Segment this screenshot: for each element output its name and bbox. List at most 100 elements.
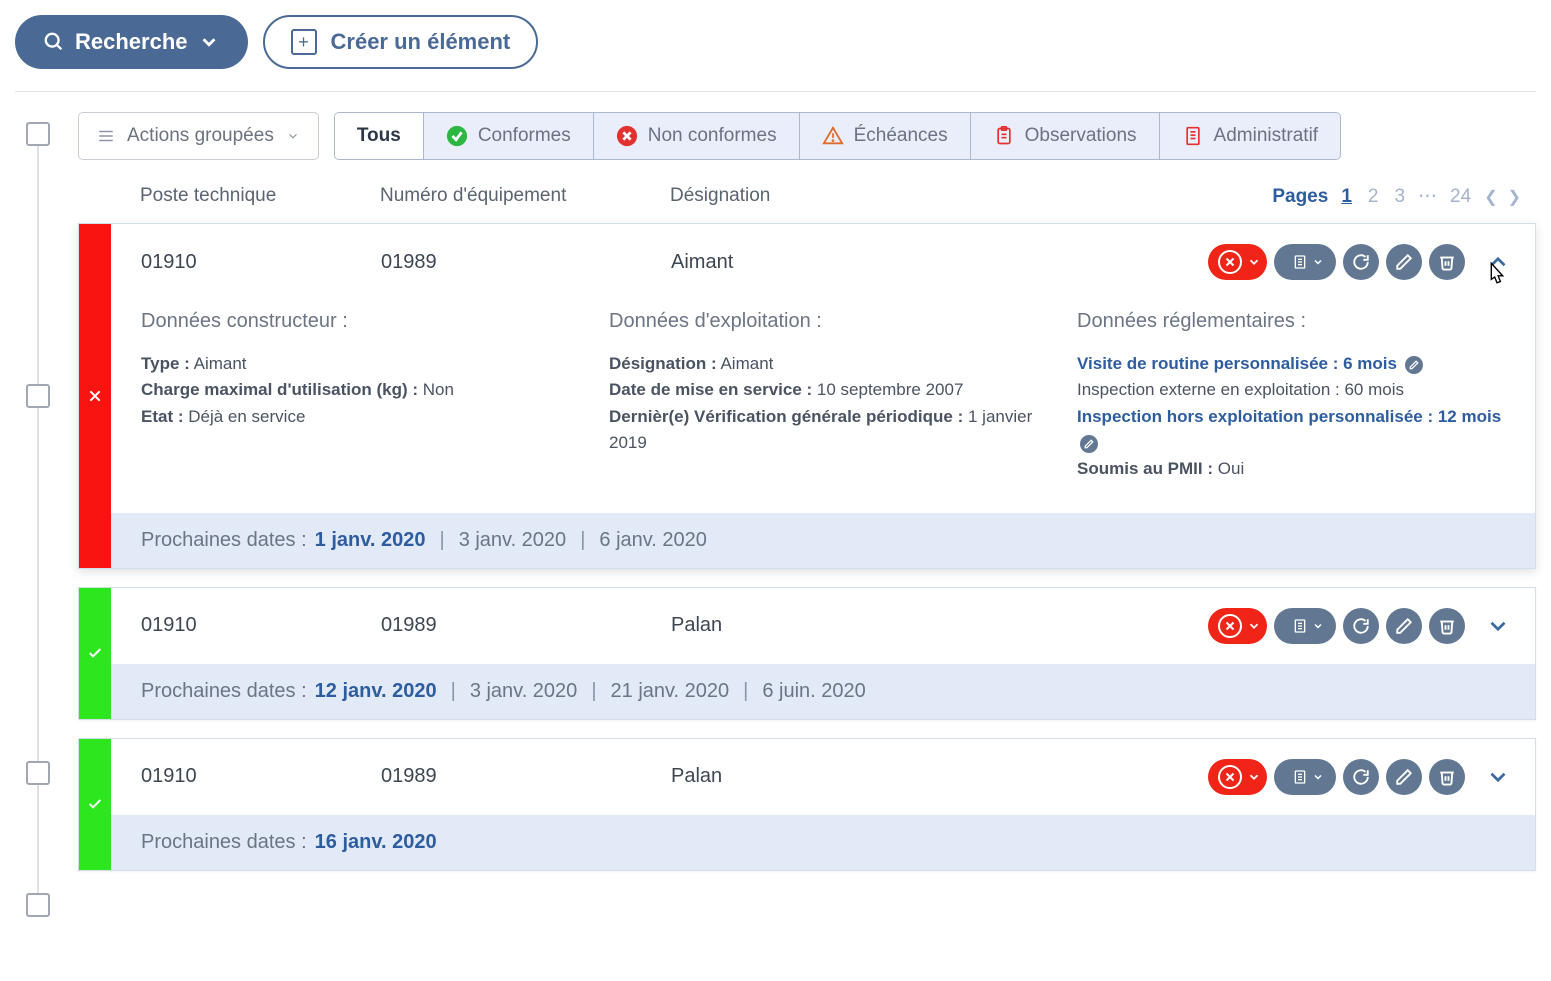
pencil-icon bbox=[1395, 768, 1413, 786]
date-next: 3 janv. 2020 bbox=[459, 529, 567, 552]
edit-button[interactable] bbox=[1386, 759, 1422, 795]
equipment-row: 01910 01989 Aimant bbox=[78, 223, 1536, 569]
table-header: Poste technique Numéro d'équipement Dési… bbox=[78, 160, 1536, 223]
pages-label: Pages bbox=[1272, 186, 1328, 208]
hors-link[interactable]: Inspection hors exploitation personnalis… bbox=[1077, 407, 1501, 426]
date-first: 1 janv. 2020 bbox=[315, 529, 426, 552]
dates-bar: Prochaines dates : 12 janv. 2020 |3 janv… bbox=[111, 664, 1535, 719]
detail-panel: Données constructeur : Type : Aimant Cha… bbox=[111, 300, 1535, 513]
x-circle-icon bbox=[1218, 765, 1242, 789]
filter-tabs: Tous Conformes Non conformes Échéances O… bbox=[334, 112, 1341, 160]
row-checkbox[interactable] bbox=[26, 384, 50, 408]
select-all-checkbox[interactable] bbox=[26, 122, 50, 146]
document-action-button[interactable] bbox=[1274, 244, 1336, 280]
status-action-button[interactable] bbox=[1208, 759, 1267, 795]
chevron-down-icon bbox=[1485, 613, 1511, 639]
delete-button[interactable] bbox=[1429, 608, 1465, 644]
alert-triangle-icon bbox=[822, 125, 844, 147]
document-icon bbox=[1292, 769, 1308, 785]
clipboard-icon bbox=[993, 125, 1015, 147]
dates-label: Prochaines dates : bbox=[141, 680, 307, 703]
check-icon bbox=[87, 645, 103, 661]
design-value: Aimant bbox=[671, 251, 1208, 274]
equipment-row: 01910 01989 Palan Prochaines dates : 16 … bbox=[78, 738, 1536, 871]
checkbox-column bbox=[15, 112, 60, 917]
page-last[interactable]: 24 bbox=[1447, 186, 1474, 208]
reglementaire-col: Données réglementaires : Visite de routi… bbox=[1077, 310, 1505, 483]
create-label: Créer un élément bbox=[331, 29, 511, 55]
refresh-icon bbox=[1352, 253, 1370, 271]
x-circle-icon bbox=[1218, 614, 1242, 638]
trash-icon bbox=[1438, 617, 1456, 635]
tab-deadlines[interactable]: Échéances bbox=[800, 113, 971, 159]
reglementaire-title: Données réglementaires : bbox=[1077, 310, 1505, 333]
edit-badge-icon[interactable] bbox=[1080, 435, 1098, 453]
page-2[interactable]: 2 bbox=[1365, 186, 1382, 208]
bulk-actions-dropdown[interactable]: Actions groupées bbox=[78, 112, 319, 160]
date-next: 3 janv. 2020 bbox=[470, 680, 578, 703]
poste-value: 01910 bbox=[141, 614, 381, 637]
date-next: 6 juin. 2020 bbox=[762, 680, 865, 703]
check-circle-icon bbox=[446, 125, 468, 147]
pagination: Pages 1 2 3 ⋯ 24 ❮ ❯ bbox=[1272, 185, 1536, 208]
delete-button[interactable] bbox=[1429, 244, 1465, 280]
chevron-up-icon bbox=[1485, 249, 1511, 275]
refresh-button[interactable] bbox=[1343, 608, 1379, 644]
pencil-icon bbox=[1395, 253, 1413, 271]
row-checkbox[interactable] bbox=[26, 893, 50, 917]
page-prev[interactable]: ❮ bbox=[1484, 187, 1497, 207]
numero-value: 01989 bbox=[381, 614, 671, 637]
tab-nonconforming[interactable]: Non conformes bbox=[594, 113, 800, 159]
expand-toggle[interactable] bbox=[1475, 613, 1520, 639]
page-next[interactable]: ❯ bbox=[1508, 187, 1521, 207]
tab-conforming[interactable]: Conformes bbox=[424, 113, 594, 159]
edit-badge-icon[interactable] bbox=[1405, 356, 1423, 374]
plus-icon: + bbox=[291, 29, 317, 55]
search-button[interactable]: Recherche bbox=[15, 15, 248, 69]
routine-link[interactable]: Visite de routine personnalisée : 6 mois bbox=[1077, 354, 1397, 373]
date-next: 21 janv. 2020 bbox=[611, 680, 730, 703]
exploitation-col: Données d'exploitation : Désignation : A… bbox=[609, 310, 1037, 483]
tab-all[interactable]: Tous bbox=[335, 113, 424, 159]
row-checkbox[interactable] bbox=[26, 761, 50, 785]
refresh-icon bbox=[1352, 768, 1370, 786]
tab-observations[interactable]: Observations bbox=[971, 113, 1160, 159]
status-stripe-red bbox=[79, 224, 111, 568]
delete-button[interactable] bbox=[1429, 759, 1465, 795]
refresh-icon bbox=[1352, 617, 1370, 635]
edit-button[interactable] bbox=[1386, 244, 1422, 280]
chevron-down-icon bbox=[198, 31, 220, 53]
collapse-toggle[interactable] bbox=[1475, 249, 1520, 275]
tab-admin[interactable]: Administratif bbox=[1160, 113, 1341, 159]
chevron-down-icon bbox=[1312, 771, 1324, 783]
chevron-down-icon bbox=[1485, 764, 1511, 790]
col-header-poste: Poste technique bbox=[140, 185, 380, 208]
document-icon bbox=[1292, 254, 1308, 270]
refresh-button[interactable] bbox=[1343, 759, 1379, 795]
refresh-button[interactable] bbox=[1343, 244, 1379, 280]
pencil-icon bbox=[1395, 617, 1413, 635]
dates-bar: Prochaines dates : 1 janv. 2020 |3 janv.… bbox=[111, 513, 1535, 568]
pages-ellipsis: ⋯ bbox=[1418, 185, 1437, 208]
equipment-row: 01910 01989 Palan Prochaines dates : 12 … bbox=[78, 587, 1536, 720]
col-header-design: Désignation bbox=[670, 185, 1272, 208]
chevron-down-icon bbox=[1247, 255, 1261, 269]
document-icon bbox=[1292, 618, 1308, 634]
exploitation-title: Données d'exploitation : bbox=[609, 310, 1037, 333]
edit-button[interactable] bbox=[1386, 608, 1422, 644]
expand-toggle[interactable] bbox=[1475, 764, 1520, 790]
document-action-button[interactable] bbox=[1274, 608, 1336, 644]
poste-value: 01910 bbox=[141, 251, 381, 274]
poste-value: 01910 bbox=[141, 765, 381, 788]
status-action-button[interactable] bbox=[1208, 608, 1267, 644]
document-icon bbox=[1182, 125, 1204, 147]
date-next: 6 janv. 2020 bbox=[599, 529, 707, 552]
status-action-button[interactable] bbox=[1208, 244, 1267, 280]
constructeur-title: Données constructeur : bbox=[141, 310, 569, 333]
document-action-button[interactable] bbox=[1274, 759, 1336, 795]
trash-icon bbox=[1438, 253, 1456, 271]
chevron-down-icon bbox=[286, 129, 300, 143]
page-3[interactable]: 3 bbox=[1391, 186, 1408, 208]
page-1[interactable]: 1 bbox=[1338, 186, 1355, 208]
create-button[interactable]: + Créer un élément bbox=[263, 15, 539, 69]
